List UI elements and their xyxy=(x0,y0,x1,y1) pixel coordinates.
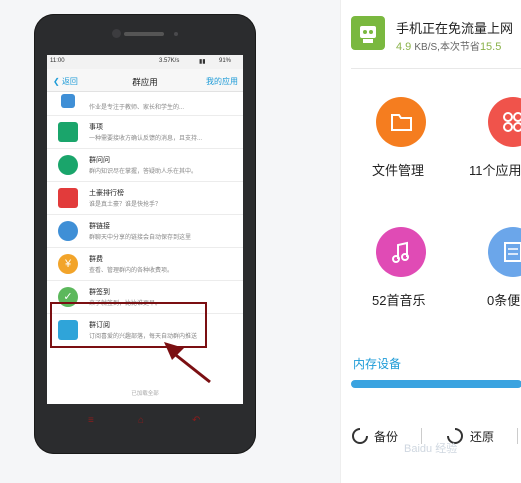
signal-icon: ▮▮ xyxy=(199,59,206,65)
notes-label[interactable]: 0条便 xyxy=(487,290,520,309)
backup-icon[interactable] xyxy=(351,427,369,445)
link-icon xyxy=(58,221,78,241)
assistant-panel: 手机正在免流量上网 4.9 KB/S,本次节省15.5 文件管理 11个应用 5… xyxy=(340,0,521,483)
status-time: 11:00 xyxy=(50,58,65,64)
list-item[interactable]: 事项 一种需要接收方确认反馈的消息，且支持... xyxy=(47,116,243,149)
storage-bar xyxy=(351,380,521,388)
my-apps-button[interactable]: 我的应用 xyxy=(206,76,238,87)
owl-icon xyxy=(58,155,78,175)
network-speed: 4.9 KB/S,本次节省15.5 xyxy=(396,41,502,53)
music-label[interactable]: 52首音乐 xyxy=(372,290,425,309)
back-key-icon[interactable]: ↶ xyxy=(192,415,200,426)
list-item[interactable]: ¥ 群费 查看、管理群内的各种收费项。 xyxy=(47,248,243,281)
ranking-icon xyxy=(58,188,78,208)
list-item[interactable]: 群链接 群聊天中分享的链接会自动保存到这里 xyxy=(47,215,243,248)
note-icon[interactable] xyxy=(488,227,521,277)
restore-button[interactable]: 还原 xyxy=(470,428,494,445)
apps-grid-icon[interactable] xyxy=(488,97,521,147)
front-camera xyxy=(112,29,121,38)
network-status-title: 手机正在免流量上网 xyxy=(396,21,514,36)
status-speed: 3.57K/s xyxy=(159,58,180,64)
task-icon xyxy=(58,122,78,142)
backup-button[interactable]: 备份 xyxy=(374,428,398,445)
annotation-arrow-icon xyxy=(164,342,211,384)
home-key-icon[interactable]: ⌂ xyxy=(138,415,144,426)
yen-icon: ¥ xyxy=(58,254,78,274)
divider xyxy=(351,68,521,69)
sensor xyxy=(174,32,178,36)
homework-icon xyxy=(61,94,75,108)
storage-title: 内存设备 xyxy=(353,357,402,371)
nav-bar: ❮ 返回 群应用 我的应用 xyxy=(47,69,243,92)
apps-label[interactable]: 11个应用 xyxy=(469,160,521,179)
divider xyxy=(517,428,518,444)
list-item[interactable]: 土豪排行榜 谁是真土豪？谁是快抢手？ xyxy=(47,182,243,215)
list-item[interactable]: 群问问 群内知识尽在掌握，答疑助人乐在其中。 xyxy=(47,149,243,182)
file-manager-label[interactable]: 文件管理 xyxy=(372,160,424,179)
watermark: Baidu 经验 xyxy=(404,443,458,455)
folder-icon[interactable] xyxy=(376,97,426,147)
menu-key-icon[interactable]: ≡ xyxy=(88,415,94,426)
earpiece xyxy=(124,32,164,36)
music-icon[interactable] xyxy=(376,227,426,277)
status-battery: 91% xyxy=(219,58,232,64)
list-item[interactable]: 作业是专注于教师、家长和学生的... xyxy=(47,92,243,116)
loaded-all-text: 已加载全部 xyxy=(131,391,159,397)
robot-icon xyxy=(351,16,385,50)
status-bar: 11:00 3.57K/s ▮▮ 91% xyxy=(47,55,243,69)
